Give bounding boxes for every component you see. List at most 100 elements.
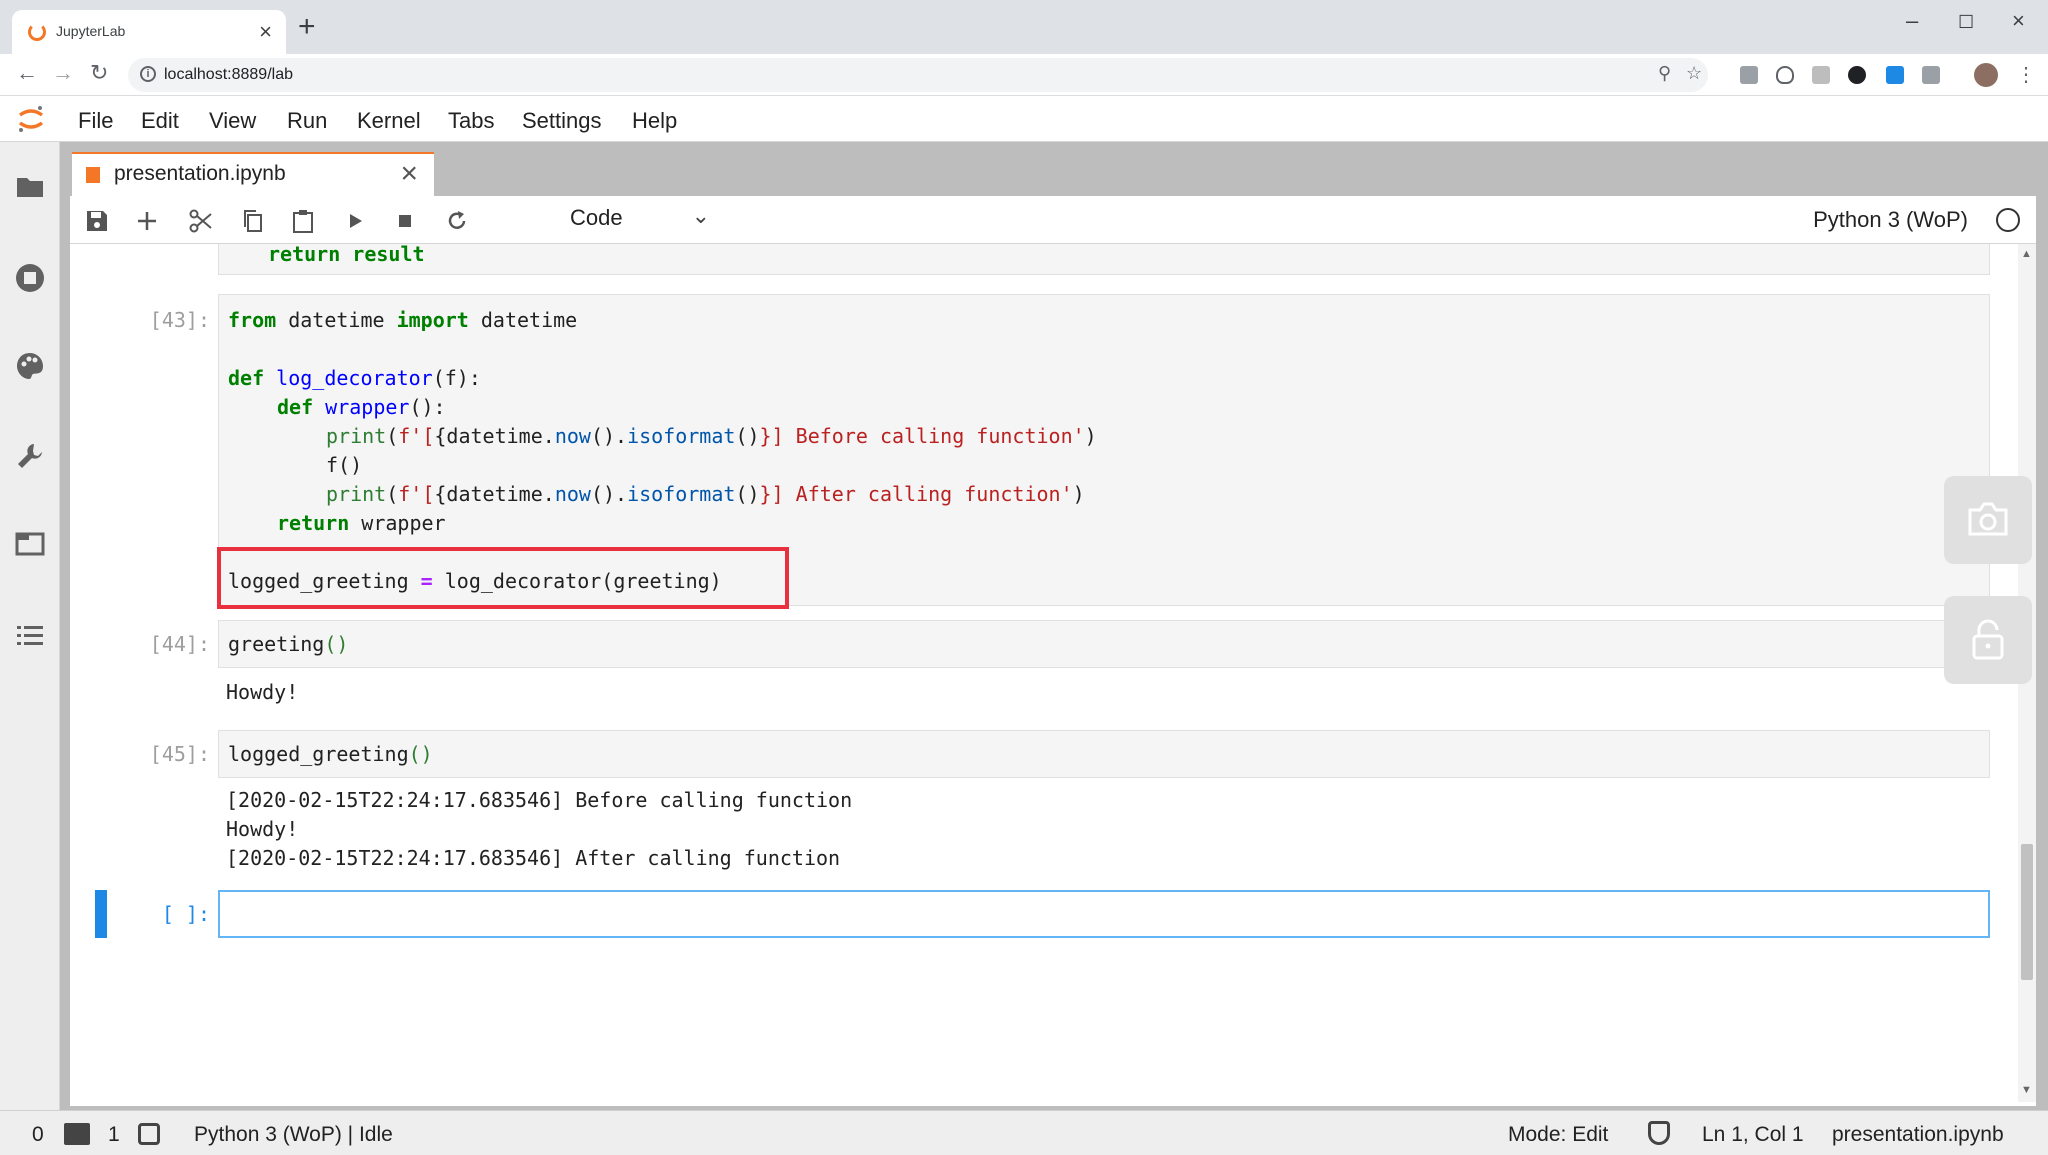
status-bar: 0 1 Python 3 (WoP) | Idle Mode: Edit Ln … — [0, 1110, 2048, 1155]
cell-prompt: [44]: — [149, 632, 210, 656]
menu-file[interactable]: File — [78, 108, 113, 134]
run-cell-icon[interactable] — [342, 208, 368, 234]
code-line-6: print(f'[{datetime.now().isoformat()}] A… — [326, 482, 1085, 506]
extension-icon-4[interactable] — [1848, 66, 1866, 84]
forward-icon[interactable]: → — [52, 60, 74, 86]
table-of-contents-icon[interactable] — [14, 620, 46, 652]
wrench-icon[interactable] — [14, 440, 46, 472]
reload-icon[interactable]: ↻ — [90, 60, 108, 86]
kernel-status[interactable]: Python 3 (WoP) | Idle — [194, 1123, 393, 1147]
paste-icon[interactable] — [290, 208, 316, 234]
scroll-up-icon[interactable]: ▲ — [2021, 248, 2032, 260]
jupyter-favicon-icon — [28, 23, 46, 41]
bookmark-star-icon[interactable]: ☆ — [1686, 63, 1702, 84]
browser-navbar: ← → ↻ i localhost:8889/lab ⚲ ☆ ⋮ — [0, 54, 2048, 96]
terminal-icon[interactable] — [64, 1123, 90, 1145]
cell-type-value: Code — [570, 205, 623, 230]
close-tab-icon[interactable]: × — [259, 19, 272, 45]
chevron-down-icon: ⌄ — [691, 203, 710, 228]
cell-editor-44[interactable]: greeting() — [218, 620, 1990, 668]
close-window-icon[interactable]: × — [2012, 8, 2025, 34]
extension-icon-6[interactable] — [1922, 66, 1940, 84]
cell-output-line: Howdy! — [226, 817, 299, 841]
cursor-position[interactable]: Ln 1, Col 1 — [1702, 1123, 1804, 1147]
code-line-4: print(f'[{datetime.now().isoformat()}] B… — [326, 424, 1097, 448]
shield-extension-icon[interactable] — [1776, 66, 1794, 84]
screenshot-button[interactable] — [1944, 476, 2032, 564]
cut-icon[interactable] — [188, 208, 214, 234]
code-line: logged_greeting() — [228, 742, 433, 766]
menu-kernel[interactable]: Kernel — [357, 108, 421, 134]
extension-icon-3[interactable] — [1812, 66, 1830, 84]
close-notebook-icon[interactable]: × — [400, 157, 418, 191]
copy-icon[interactable] — [240, 208, 266, 234]
highlight-annotation-box — [217, 547, 789, 609]
cell-prompt: [ ]: — [161, 902, 210, 926]
jupyter-menubar: File Edit View Run Kernel Tabs Settings … — [0, 96, 2048, 142]
extension-icon-1[interactable] — [1740, 66, 1758, 84]
menu-tabs[interactable]: Tabs — [448, 108, 494, 134]
site-info-icon[interactable]: i — [140, 66, 156, 82]
code-line-7: return wrapper — [277, 511, 446, 535]
cell-output: Howdy! — [226, 680, 299, 704]
maximize-icon[interactable]: ☐ — [1958, 12, 1974, 33]
extension-icon-5[interactable] — [1886, 66, 1904, 84]
scroll-down-icon[interactable]: ▼ — [2021, 1084, 2032, 1096]
trusted-shield-icon[interactable] — [1648, 1121, 1670, 1145]
code-line: greeting() — [228, 632, 349, 656]
code-line-2: def log_decorator(f): — [228, 366, 481, 390]
address-bar[interactable]: i localhost:8889/lab ⚲ ☆ — [128, 58, 1708, 92]
cell-type-select[interactable]: Code ⌄ — [570, 203, 710, 235]
kernel-name-button[interactable]: Python 3 (WoP) — [1813, 207, 1968, 233]
left-sidebar — [0, 142, 60, 1110]
jupyter-logo-icon — [18, 106, 44, 132]
menu-edit[interactable]: Edit — [141, 108, 179, 134]
browser-window: JupyterLab × + – ☐ × ← → ↻ i localhost:8… — [0, 0, 2048, 1155]
code-line-3: def wrapper(): — [277, 395, 446, 419]
notebook-cells: return result [43]: from datetime import… — [70, 244, 2020, 1102]
notebook-icon — [86, 167, 100, 183]
cell-output-line: [2020-02-15T22:24:17.683546] Before call… — [226, 788, 853, 812]
browser-tab[interactable]: JupyterLab × — [12, 10, 286, 54]
menu-run[interactable]: Run — [287, 108, 327, 134]
cell-output-line: [2020-02-15T22:24:17.683546] After calli… — [226, 846, 841, 870]
cell-prompt: [43]: — [149, 308, 210, 332]
kernel-status-icon — [1996, 208, 2020, 232]
running-kernels-icon[interactable] — [14, 262, 46, 294]
new-tab-icon[interactable]: + — [298, 12, 316, 42]
browser-tab-title: JupyterLab — [56, 23, 126, 39]
lock-icon — [1972, 619, 2004, 660]
notebook-toolbar: Code ⌄ Python 3 (WoP) — [70, 196, 2036, 244]
folder-icon[interactable] — [14, 170, 46, 202]
cell-editor-partial[interactable]: return result — [218, 244, 1990, 275]
cell-prompt: [45]: — [149, 742, 210, 766]
notebook-tab[interactable]: presentation.ipynb × — [72, 152, 434, 196]
editor-mode: Mode: Edit — [1508, 1123, 1609, 1146]
cell-editor-45[interactable]: logged_greeting() — [218, 730, 1990, 778]
browser-menu-icon[interactable]: ⋮ — [2016, 62, 2036, 87]
menu-help[interactable]: Help — [632, 108, 677, 134]
profile-avatar[interactable] — [1974, 63, 1998, 87]
scrollbar-thumb[interactable] — [2021, 844, 2033, 980]
palette-icon[interactable] — [14, 350, 46, 382]
url-text: localhost:8889/lab — [164, 66, 293, 83]
browser-tabstrip: JupyterLab × + – ☐ × — [0, 0, 2048, 54]
notebook-tab-title: presentation.ipynb — [114, 162, 286, 185]
code-line: return result — [268, 244, 425, 266]
cpu-icon[interactable] — [138, 1123, 160, 1145]
save-icon[interactable] — [84, 208, 110, 234]
minimize-icon[interactable]: – — [1906, 8, 1918, 34]
back-icon[interactable]: ← — [16, 60, 38, 86]
menu-view[interactable]: View — [209, 108, 256, 134]
menu-settings[interactable]: Settings — [522, 108, 602, 134]
interrupt-kernel-icon[interactable] — [392, 208, 418, 234]
restart-kernel-icon[interactable] — [444, 208, 470, 234]
tabs-icon[interactable] — [14, 528, 46, 560]
active-cell-editor[interactable] — [218, 890, 1990, 938]
lock-button[interactable] — [1944, 596, 2032, 684]
camera-icon — [1968, 502, 2008, 536]
code-line-1: from datetime import datetime — [228, 308, 578, 332]
zoom-icon[interactable]: ⚲ — [1658, 63, 1671, 84]
kernel-count: 1 — [108, 1123, 120, 1146]
add-cell-icon[interactable] — [134, 208, 160, 234]
